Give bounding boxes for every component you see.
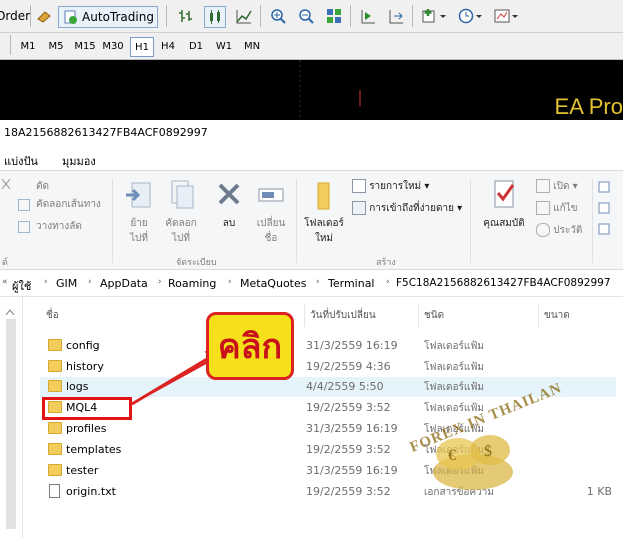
svg-text:€: €: [448, 447, 456, 464]
callout-arrow-icon: [131, 351, 219, 406]
callout-label: คลิก: [217, 327, 283, 367]
click-callout: คลิก: [206, 312, 294, 380]
highlight-box: [42, 397, 132, 420]
svg-text:$: $: [484, 443, 492, 460]
